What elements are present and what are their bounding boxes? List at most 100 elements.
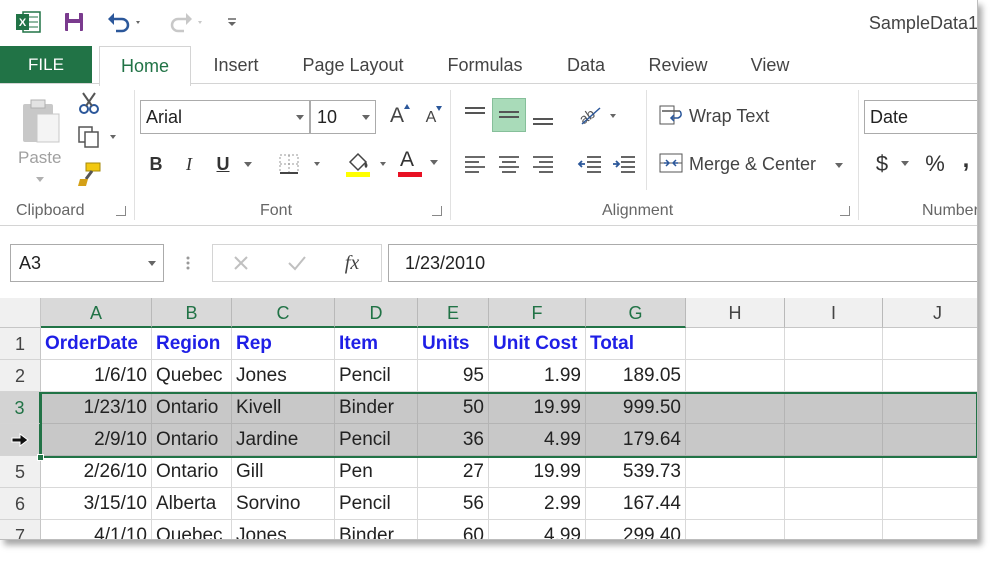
column-header-c[interactable]: C (232, 298, 335, 328)
cell-g4[interactable]: 179.64 (586, 424, 686, 456)
wrap-text-icon[interactable] (656, 100, 686, 130)
cell-a2[interactable]: 1/6/10 (41, 360, 152, 392)
cell-f5[interactable]: 19.99 (489, 456, 586, 488)
cell-e1[interactable]: Units (418, 328, 489, 360)
cell-c5[interactable]: Gill (232, 456, 335, 488)
cell-j7[interactable] (883, 520, 977, 539)
column-header-j[interactable]: J (883, 298, 977, 328)
percent-button[interactable]: % (920, 148, 950, 180)
cell-h5[interactable] (686, 456, 785, 488)
cell-f1[interactable]: Unit Cost (489, 328, 586, 360)
shrink-font-icon[interactable]: A (418, 100, 444, 132)
font-name-dropdown-icon[interactable] (295, 113, 305, 121)
formula-input[interactable]: 1/23/2010 (388, 244, 977, 282)
cell-d3[interactable]: Binder (335, 392, 418, 424)
fill-color-icon[interactable] (340, 146, 394, 182)
align-center-icon[interactable] (494, 148, 524, 180)
cell-a3[interactable]: 1/23/10 (41, 392, 152, 424)
name-box[interactable]: A3 (10, 244, 164, 282)
underline-dropdown-icon[interactable] (240, 152, 256, 176)
merge-center-button[interactable]: Merge & Center (689, 154, 816, 175)
tab-page-layout[interactable]: Page Layout (288, 46, 418, 84)
cell-j5[interactable] (883, 456, 977, 488)
cell-j6[interactable] (883, 488, 977, 520)
tab-file[interactable]: FILE (0, 46, 92, 84)
insert-function-icon[interactable]: fx (334, 248, 370, 278)
cut-icon[interactable] (74, 90, 104, 116)
format-painter-icon[interactable] (74, 160, 104, 188)
row-header-1[interactable]: 1 (0, 328, 41, 360)
cell-d7[interactable]: Binder (335, 520, 418, 539)
column-header-e[interactable]: E (418, 298, 489, 328)
row-header-3[interactable]: 3 (0, 392, 41, 424)
currency-dropdown-icon[interactable] (898, 158, 912, 168)
cell-c1[interactable]: Rep (232, 328, 335, 360)
cell-i4[interactable] (785, 424, 883, 456)
cell-d2[interactable]: Pencil (335, 360, 418, 392)
formula-bar-grip-icon[interactable] (180, 248, 196, 278)
cell-a5[interactable]: 2/26/10 (41, 456, 152, 488)
number-format-select[interactable]: Date (864, 100, 977, 134)
column-header-h[interactable]: H (686, 298, 785, 328)
customize-toolbar-icon[interactable] (222, 8, 242, 36)
row-header-4[interactable] (0, 424, 41, 456)
cell-a6[interactable]: 3/15/10 (41, 488, 152, 520)
column-header-i[interactable]: I (785, 298, 883, 328)
redo-icon[interactable] (164, 8, 208, 36)
decrease-indent-icon[interactable] (574, 148, 606, 180)
merge-center-icon[interactable] (656, 148, 686, 178)
cell-f3[interactable]: 19.99 (489, 392, 586, 424)
paste-label[interactable]: Paste (18, 148, 61, 168)
cell-g6[interactable]: 167.44 (586, 488, 686, 520)
italic-button[interactable]: I (176, 148, 202, 180)
bottom-align-icon[interactable] (528, 98, 558, 132)
cell-j4[interactable] (883, 424, 977, 456)
cell-c2[interactable]: Jones (232, 360, 335, 392)
borders-icon[interactable] (274, 148, 328, 180)
cell-a1[interactable]: OrderDate (41, 328, 152, 360)
cell-e2[interactable]: 95 (418, 360, 489, 392)
cell-f7[interactable]: 4.99 (489, 520, 586, 539)
cell-d6[interactable]: Pencil (335, 488, 418, 520)
cell-h4[interactable] (686, 424, 785, 456)
cell-e7[interactable]: 60 (418, 520, 489, 539)
tab-insert[interactable]: Insert (196, 46, 276, 84)
cell-i2[interactable] (785, 360, 883, 392)
cell-j2[interactable] (883, 360, 977, 392)
cell-g3[interactable]: 999.50 (586, 392, 686, 424)
cell-h2[interactable] (686, 360, 785, 392)
cell-i6[interactable] (785, 488, 883, 520)
cell-g1[interactable]: Total (586, 328, 686, 360)
row-header-7[interactable]: 7 (0, 520, 41, 539)
cell-b2[interactable]: Quebec (152, 360, 232, 392)
bold-button[interactable]: B (142, 148, 170, 180)
column-header-g[interactable]: G (586, 298, 686, 328)
wrap-text-button[interactable]: Wrap Text (689, 106, 769, 127)
cell-f4[interactable]: 4.99 (489, 424, 586, 456)
cell-d5[interactable]: Pen (335, 456, 418, 488)
cell-b3[interactable]: Ontario (152, 392, 232, 424)
row-header-2[interactable]: 2 (0, 360, 41, 392)
cell-g2[interactable]: 189.05 (586, 360, 686, 392)
cell-f2[interactable]: 1.99 (489, 360, 586, 392)
comma-button[interactable]: , (956, 144, 976, 176)
cell-e5[interactable]: 27 (418, 456, 489, 488)
cell-h6[interactable] (686, 488, 785, 520)
cell-a4[interactable]: 2/9/10 (41, 424, 152, 456)
grow-font-icon[interactable]: A (384, 100, 410, 132)
cell-g7[interactable]: 299.40 (586, 520, 686, 539)
column-header-f[interactable]: F (489, 298, 586, 328)
font-color-icon[interactable]: A (396, 146, 442, 182)
align-left-icon[interactable] (460, 148, 490, 180)
tab-home[interactable]: Home (99, 46, 191, 86)
paste-icon[interactable] (12, 92, 68, 152)
middle-align-icon[interactable] (492, 98, 526, 132)
cell-d1[interactable]: Item (335, 328, 418, 360)
copy-icon[interactable] (74, 124, 122, 150)
font-launcher-icon[interactable] (432, 206, 442, 216)
name-box-dropdown-icon[interactable] (147, 259, 157, 267)
cell-c6[interactable]: Sorvino (232, 488, 335, 520)
underline-button[interactable]: U (208, 148, 238, 180)
tab-view[interactable]: View (736, 46, 804, 84)
paste-dropdown-icon[interactable] (34, 174, 46, 184)
